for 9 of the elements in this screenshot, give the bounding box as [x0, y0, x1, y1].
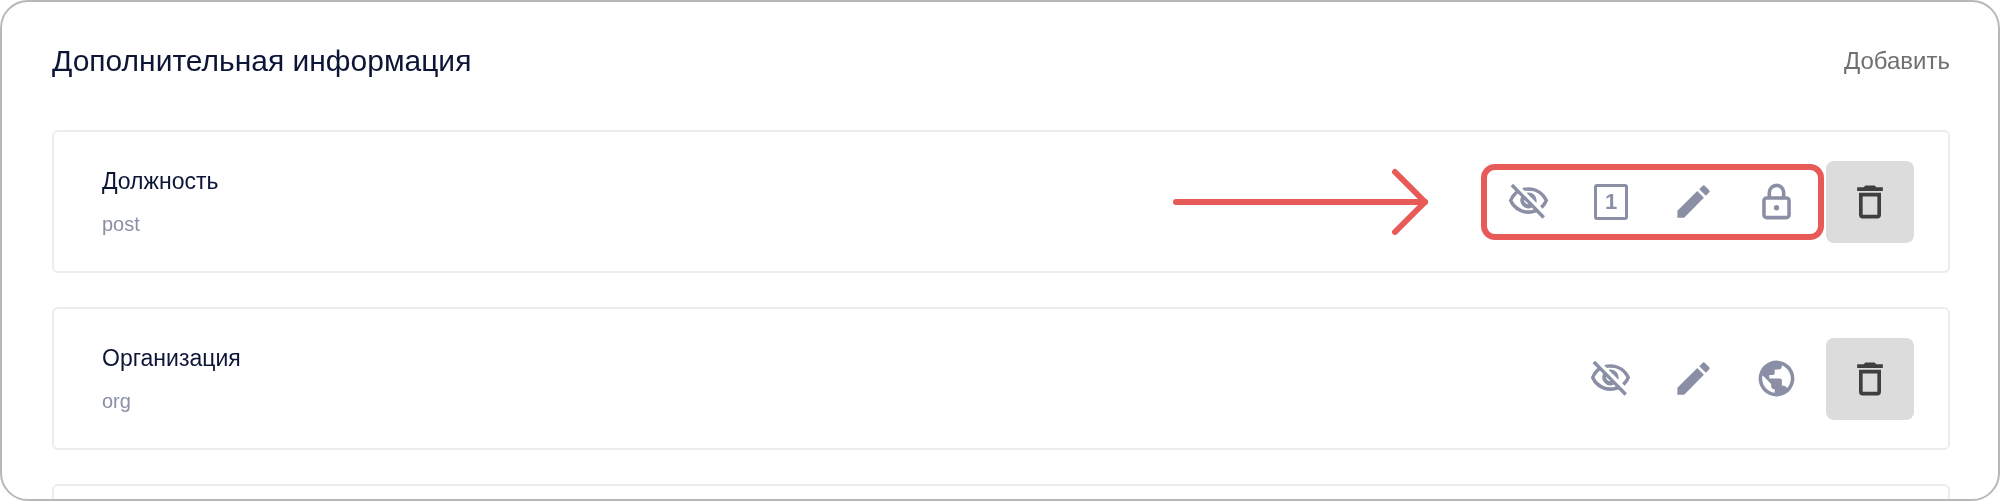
field-key: post: [102, 212, 1173, 236]
field-key: org: [102, 389, 1563, 413]
delete-button[interactable]: [1826, 337, 1914, 420]
delete-button[interactable]: [1826, 160, 1914, 243]
field-name: Организация: [102, 344, 242, 372]
add-link[interactable]: Добавить: [1843, 47, 1950, 75]
number-icon[interactable]: 1: [1594, 183, 1628, 220]
section-title: Дополнительная информация: [52, 44, 472, 78]
field-name: Должность: [102, 167, 220, 195]
